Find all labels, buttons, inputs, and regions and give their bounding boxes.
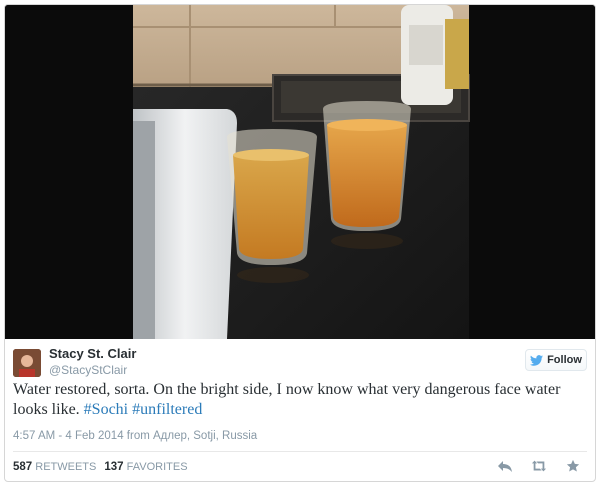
tweet-stats: 587 RETWEETS 137 FAVORITES xyxy=(13,461,188,473)
reply-icon[interactable] xyxy=(497,459,513,473)
favorites-count: 137 xyxy=(104,461,124,473)
tweet-photo[interactable] xyxy=(5,5,595,339)
tweet-text: Water restored, sorta. On the bright sid… xyxy=(13,380,583,420)
favorites-stat[interactable]: 137 FAVORITES xyxy=(104,461,187,473)
retweets-stat[interactable]: 587 RETWEETS xyxy=(13,461,96,473)
hashtag-sochi[interactable]: #Sochi xyxy=(84,401,128,418)
hashtag-unfiltered[interactable]: #unfiltered xyxy=(132,401,202,418)
author-handle[interactable]: @StacyStClair xyxy=(49,363,127,377)
photo-of-two-glasses-of-murky-water xyxy=(5,5,595,339)
avatar[interactable] xyxy=(13,349,41,377)
tweet-timestamp[interactable]: 4:57 AM - 4 Feb 2014 from Адлер, Sotji, … xyxy=(13,430,257,442)
follow-label: Follow xyxy=(547,354,582,366)
retweet-icon[interactable] xyxy=(531,459,547,473)
author-name[interactable]: Stacy St. Clair xyxy=(49,346,136,361)
twitter-bird-icon xyxy=(530,354,544,366)
divider xyxy=(13,451,587,452)
star-icon[interactable] xyxy=(565,459,581,473)
retweets-label: RETWEETS xyxy=(35,461,97,473)
author-photo xyxy=(13,349,41,377)
follow-button[interactable]: Follow xyxy=(525,349,587,371)
retweets-count: 587 xyxy=(13,461,33,473)
tweet-card: Stacy St. Clair @StacyStClair Follow Wat… xyxy=(4,4,596,482)
tweet-actions xyxy=(497,459,581,473)
favorites-label: FAVORITES xyxy=(126,461,188,473)
